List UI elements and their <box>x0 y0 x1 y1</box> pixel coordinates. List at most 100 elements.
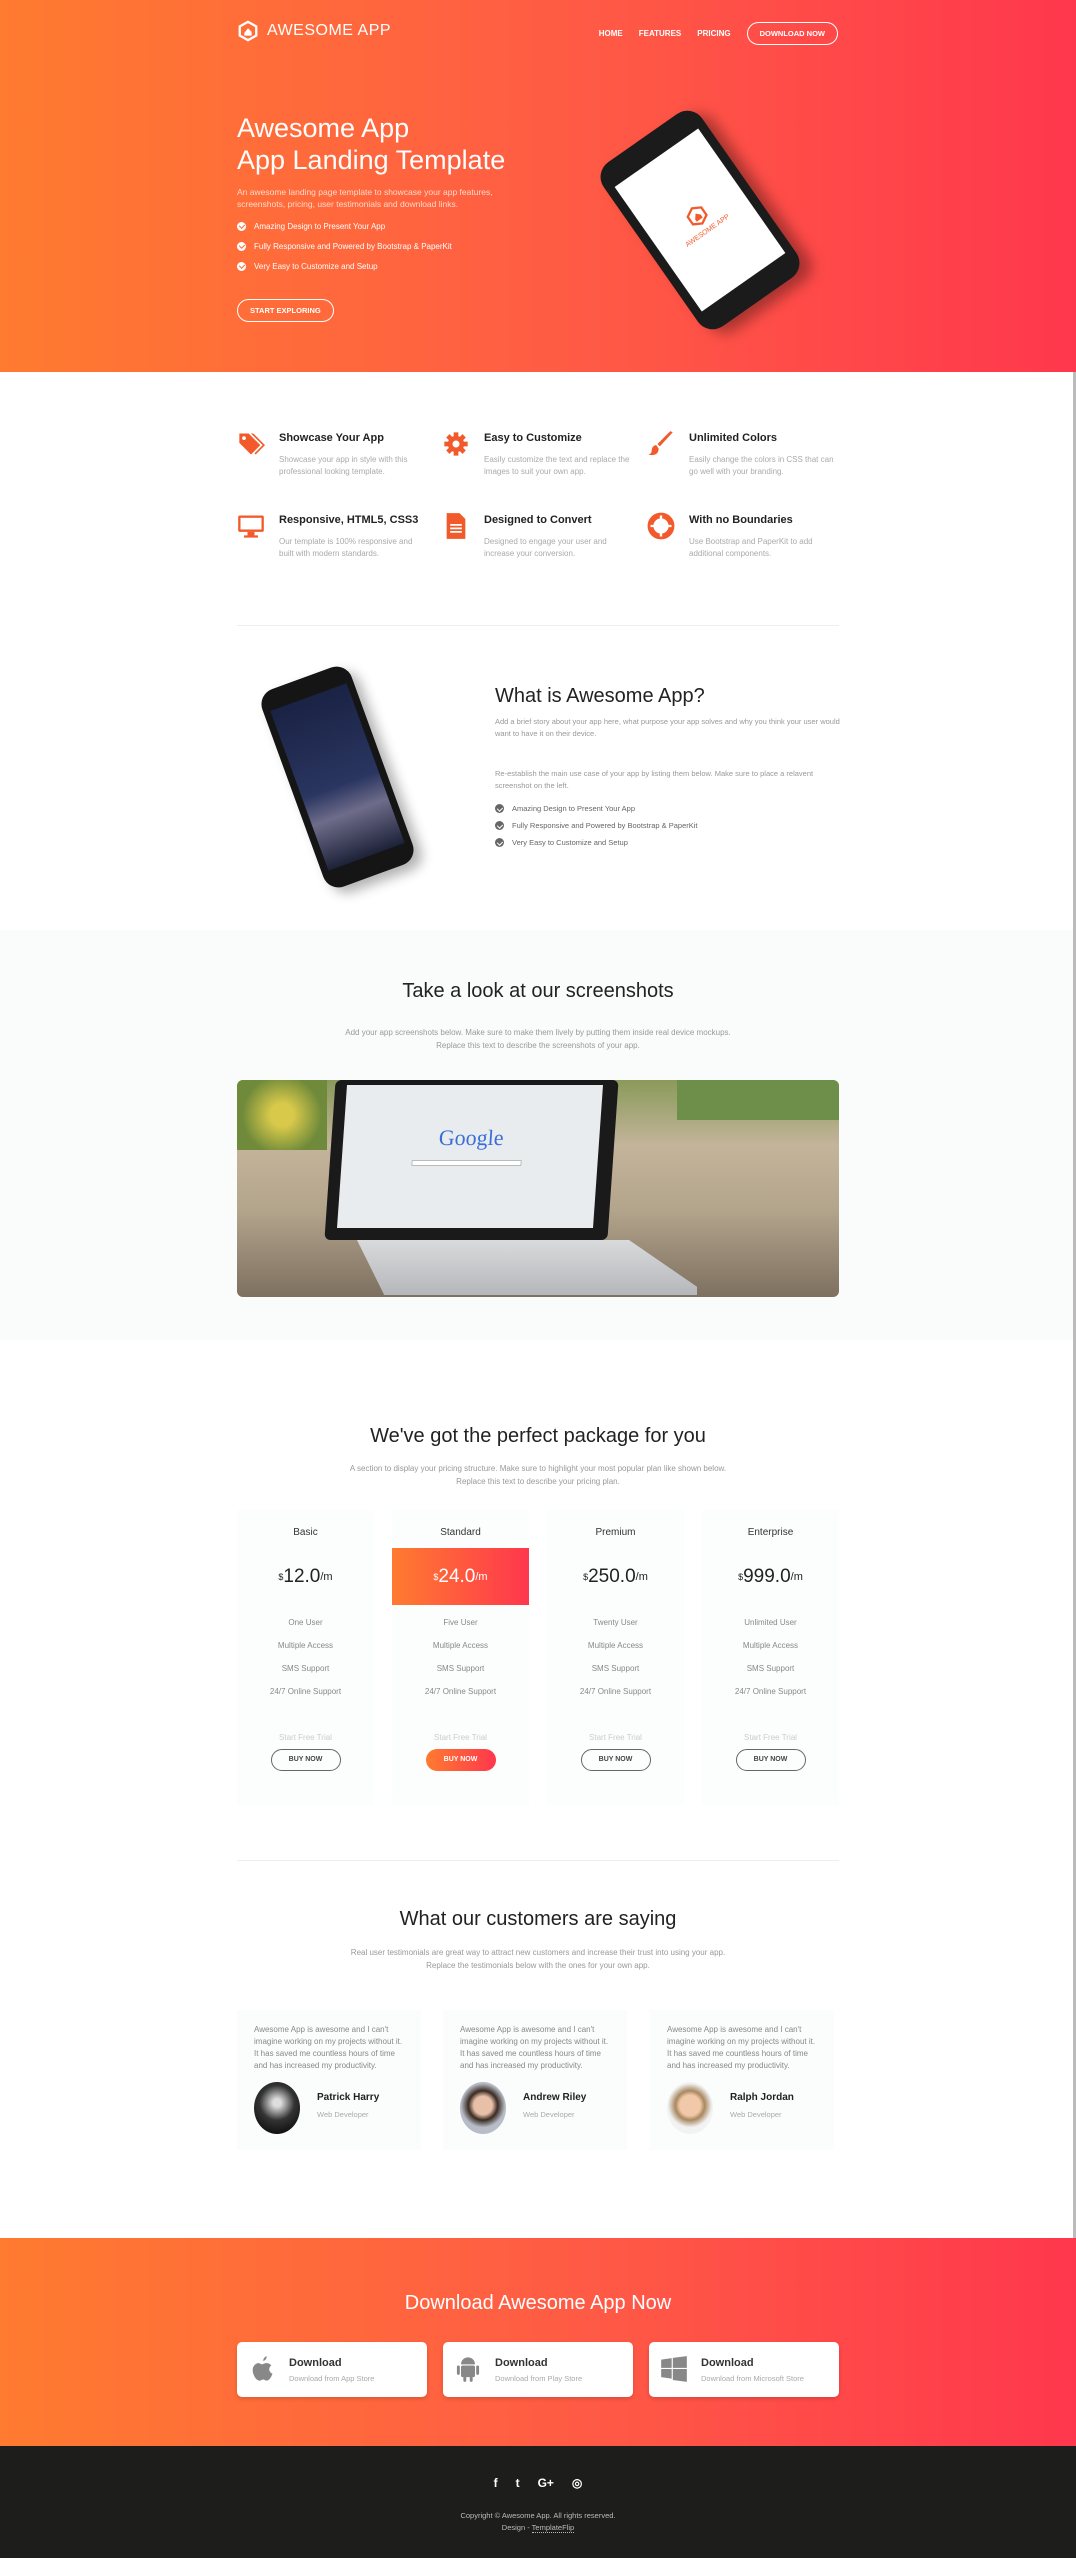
feature-title: With no Boundaries <box>689 514 793 526</box>
hero-phone-image: AWESOME APP <box>593 103 807 337</box>
store-title: Download <box>289 2357 342 2369</box>
logo-text: AWESOME APP <box>267 22 392 39</box>
nav-pricing[interactable]: PRICING <box>697 29 730 38</box>
check-circle-icon <box>237 221 246 231</box>
nav-features[interactable]: FEATURES <box>639 29 682 38</box>
check-circle-icon <box>237 241 246 251</box>
feature-text: Designed to engage your user and increas… <box>484 537 607 558</box>
plan-feature: Twenty User <box>593 1618 638 1627</box>
feature-colors: Unlimited Colors Easily change the colors… <box>647 430 837 478</box>
feature-customize: Easy to Customize Easily customize the te… <box>442 430 632 478</box>
windows-icon <box>661 2356 687 2382</box>
flowers <box>237 1080 327 1150</box>
store-subtitle: Download from App Store <box>289 2374 375 2383</box>
subtitle-line: Replace the testimonials below with the … <box>426 1961 650 1970</box>
list-item: Fully Responsive and Powered by Bootstra… <box>495 817 840 834</box>
plan-name: Standard <box>440 1527 481 1538</box>
subtitle-line: Real user testimonials are great way to … <box>350 1948 726 1957</box>
buy-now-button[interactable]: BUY NOW <box>425 1749 496 1771</box>
paintbrush-icon <box>648 431 673 456</box>
pricing-card-basic: Basic $12.0/m One User Multiple Access SMS S… <box>237 1510 374 1805</box>
list-item: Amazing Design to Present Your App <box>237 216 452 236</box>
testimonial-quote: Awesome App is awesome and I can't imagi… <box>667 2025 816 2070</box>
buy-now-button[interactable]: BUY NOW <box>580 1749 651 1771</box>
feature-responsive: Responsive, HTML5, CSS3 Our template is 1… <box>237 512 427 560</box>
play-store-button[interactable]: Download Download from Play Store <box>443 2342 633 2397</box>
check-circle-icon <box>237 261 246 271</box>
testimonial-card: Awesome App is awesome and I can't imagi… <box>650 2010 834 2150</box>
avatar <box>460 2082 506 2134</box>
testimonials-title: What our customers are saying <box>399 1908 677 1930</box>
check-circle-icon <box>495 821 504 830</box>
plan-feature: Unlimited User <box>744 1618 797 1627</box>
feature-title: Showcase Your App <box>279 432 384 444</box>
start-free-trial-link[interactable]: Start Free Trial <box>392 1733 529 1742</box>
plan-feature: SMS Support <box>281 1664 330 1673</box>
start-free-trial-link[interactable]: Start Free Trial <box>547 1733 684 1742</box>
google-logo-text: Google <box>438 1125 505 1150</box>
plan-feature: SMS Support <box>591 1664 640 1673</box>
gear-icon <box>444 432 468 456</box>
feature-text: Use Bootstrap and PaperKit to add additi… <box>689 537 813 558</box>
google-plus-icon[interactable]: G+ <box>538 2476 554 2490</box>
testimonial-name: Patrick Harry <box>317 2092 380 2103</box>
divider <box>237 1860 839 1861</box>
about-bullets: Amazing Design to Present Your App Fully… <box>495 800 840 851</box>
plan-feature: One User <box>288 1618 323 1627</box>
feature-showcase: Showcase Your App Showcase your app in st… <box>237 430 427 478</box>
start-free-trial-link[interactable]: Start Free Trial <box>702 1733 839 1742</box>
pricing-card-enterprise: Enterprise $999.0/m Unlimited User Multiple… <box>702 1510 839 1805</box>
price-value: 250.0 <box>588 1565 636 1587</box>
plan-name: Enterprise <box>747 1527 794 1538</box>
store-title: Download <box>701 2357 754 2369</box>
about-section: What is Awesome App? Add a brief story a… <box>495 685 840 851</box>
logo[interactable]: AWESOME APP <box>237 20 391 42</box>
templateflip-link[interactable]: TemplateFlip <box>531 2523 575 2533</box>
testimonial-role: Web Developer <box>317 2110 369 2119</box>
subtitle-line: Replace this text to describe your prici… <box>456 1477 620 1486</box>
twitter-icon[interactable]: t <box>516 2476 520 2490</box>
buy-now-button[interactable]: BUY NOW <box>270 1749 341 1771</box>
bullet-text: Very Easy to Customize and Setup <box>254 261 378 271</box>
app-store-button[interactable]: Download Download from App Store <box>237 2342 427 2397</box>
buy-now-button[interactable]: BUY NOW <box>735 1749 806 1771</box>
main-nav: HOME FEATURES PRICING DOWNLOAD NOW <box>599 22 838 45</box>
subtitle-line: A section to display your pricing struct… <box>349 1464 727 1473</box>
price-value: 12.0 <box>283 1565 321 1587</box>
feature-convert: Designed to Convert Designed to engage yo… <box>442 512 632 560</box>
plan-feature: Multiple Access <box>432 1641 489 1650</box>
pricing-card-standard: Standard $24.0/m Five User Multiple Access S… <box>392 1510 529 1805</box>
testimonial-card: Awesome App is awesome and I can't imagi… <box>237 2010 421 2150</box>
start-exploring-button[interactable]: START EXPLORING <box>237 299 334 322</box>
price-period: /m <box>635 1570 648 1583</box>
bullet-text: Very Easy to Customize and Setup <box>512 838 628 847</box>
about-paragraph: Add a brief story about your app here, w… <box>495 717 840 738</box>
instagram-icon[interactable]: ◎ <box>572 2476 582 2490</box>
screenshot-image: Google <box>237 1080 839 1297</box>
android-icon <box>456 2357 480 2382</box>
about-paragraph: Re-establish the main use case of your a… <box>495 769 814 790</box>
download-now-button[interactable]: DOWNLOAD NOW <box>746 22 838 45</box>
check-circle-icon <box>495 804 504 813</box>
plan-feature: SMS Support <box>746 1664 795 1673</box>
plan-feature: Five User <box>443 1618 478 1627</box>
nav-home[interactable]: HOME <box>599 29 623 38</box>
list-item: Very Easy to Customize and Setup <box>237 256 452 276</box>
facebook-icon[interactable]: f <box>494 2476 498 2490</box>
about-phone-image <box>256 662 419 892</box>
plan-feature: Multiple Access <box>277 1641 334 1650</box>
bullet-text: Amazing Design to Present Your App <box>254 221 386 231</box>
feature-title: Responsive, HTML5, CSS3 <box>279 514 419 526</box>
plan-feature: SMS Support <box>436 1664 485 1673</box>
plan-feature: 24/7 Online Support <box>269 1687 342 1696</box>
feature-title: Designed to Convert <box>484 514 592 526</box>
copyright: Copyright © Awesome App. All rights rese… <box>0 2510 1076 2534</box>
bullet-text: Amazing Design to Present Your App <box>512 804 635 813</box>
feature-title: Easy to Customize <box>484 432 582 444</box>
feature-text: Easily change the colors in CSS that can… <box>689 455 834 476</box>
microsoft-store-button[interactable]: Download Download from Microsoft Store <box>649 2342 839 2397</box>
testimonial-quote: Awesome App is awesome and I can't imagi… <box>460 2025 609 2070</box>
plan-name: Basic <box>293 1527 318 1538</box>
bullet-text: Fully Responsive and Powered by Bootstra… <box>512 821 698 830</box>
start-free-trial-link[interactable]: Start Free Trial <box>237 1733 374 1742</box>
